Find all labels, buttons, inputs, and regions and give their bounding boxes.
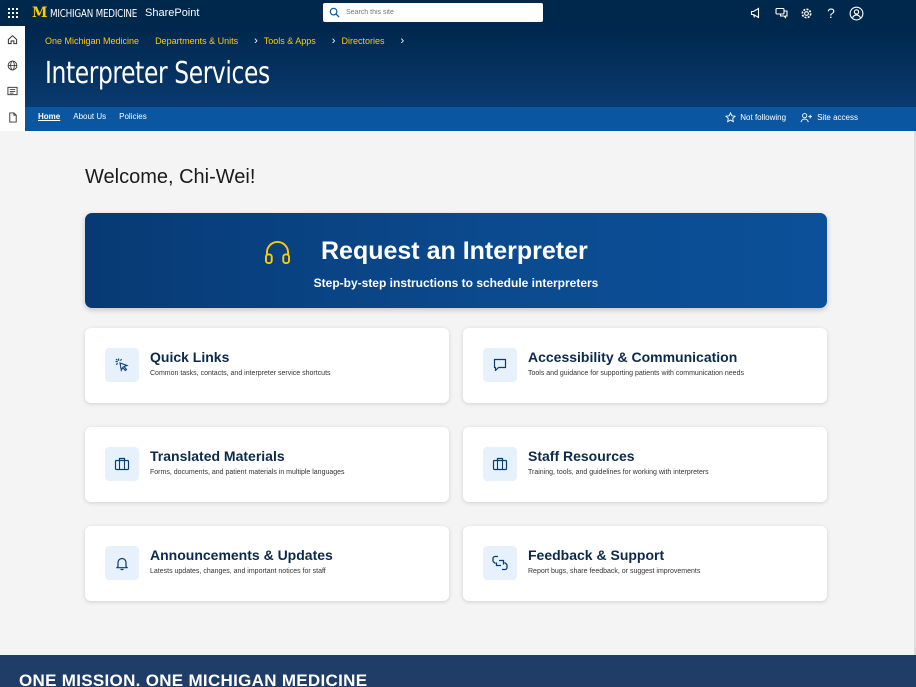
chat-bubble-icon: [483, 348, 517, 382]
account-icon[interactable]: [848, 5, 864, 21]
file-icon: [8, 111, 17, 123]
chevron-right-icon: ›: [254, 35, 258, 47]
card-title: Accessibility & Communication: [528, 349, 738, 365]
card-title: Staff Resources: [528, 448, 635, 464]
breadcrumb: One Michigan Medicine Departments & Unit…: [45, 35, 410, 47]
card-description: Latests updates, changes, and important …: [150, 568, 326, 575]
hero-subtitle: Step-by-step instructions to schedule in…: [313, 276, 599, 290]
card-feedback-support[interactable]: Feedback & Support Report bugs, share fe…: [463, 526, 827, 601]
briefcase-icon: [483, 447, 517, 481]
breadcrumb-item[interactable]: Departments & Units: [155, 36, 238, 46]
request-interpreter-banner[interactable]: Request an Interpreter Step-by-step inst…: [85, 213, 827, 308]
bell-icon: [105, 546, 139, 580]
card-description: Tools and guidance for supporting patien…: [528, 370, 744, 377]
card-announcements-updates[interactable]: Announcements & Updates Latests updates,…: [85, 526, 449, 601]
site-header: One Michigan Medicine Departments & Unit…: [25, 26, 916, 107]
card-description: Report bugs, share feedback, or suggest …: [528, 568, 701, 575]
follow-button[interactable]: Not following: [725, 112, 786, 123]
rail-home-button[interactable]: [0, 26, 25, 52]
gear-icon[interactable]: [798, 5, 814, 21]
search-icon: [329, 7, 340, 18]
breadcrumb-item[interactable]: Directories: [341, 36, 384, 46]
footer-tagline: ONE MISSION. ONE MICHIGAN MEDICINE: [19, 671, 368, 687]
search-input[interactable]: [346, 9, 526, 16]
help-icon[interactable]: ?: [823, 5, 839, 21]
breadcrumb-item[interactable]: Tools & Apps: [264, 36, 316, 46]
headphones-icon: [265, 241, 291, 265]
chevron-right-icon[interactable]: ›: [400, 35, 404, 47]
rail-sites-button[interactable]: [0, 52, 25, 78]
rail-files-button[interactable]: [0, 104, 25, 130]
card-title: Quick Links: [150, 349, 230, 365]
home-icon: [7, 34, 18, 44]
card-title: Translated Materials: [150, 448, 285, 464]
footer-banner: ONE MISSION. ONE MICHIGAN MEDICINE: [0, 655, 916, 687]
site-access-label: Site access: [817, 113, 858, 122]
site-access-button[interactable]: Site access: [800, 112, 858, 123]
nav-home[interactable]: Home: [38, 112, 60, 121]
nav-links: Home About Us Policies: [38, 112, 147, 121]
suite-actions: ?: [748, 5, 864, 21]
card-description: Forms, documents, and patient materials …: [150, 469, 345, 476]
feedback-icon: [483, 546, 517, 580]
add-person-icon: [800, 113, 813, 123]
app-launcher-button[interactable]: [0, 0, 26, 26]
welcome-heading: Welcome, Chi-Wei!: [85, 166, 256, 188]
follow-label: Not following: [740, 113, 787, 122]
site-nav: Home About Us Policies Not following Sit…: [25, 107, 916, 131]
chat-icon[interactable]: [773, 5, 789, 21]
megaphone-icon[interactable]: [748, 5, 764, 21]
waffle-icon: [8, 8, 18, 18]
card-title: Feedback & Support: [528, 547, 665, 563]
logo-text: MICHIGAN MEDICINE: [49, 6, 137, 20]
nav-actions: Not following Site access: [725, 112, 858, 123]
card-description: Common tasks, contacts, and interpreter …: [150, 370, 331, 377]
cursor-click-icon: [105, 348, 139, 382]
chevron-right-icon: ›: [331, 35, 336, 47]
breadcrumb-item[interactable]: One Michigan Medicine: [45, 36, 139, 46]
globe-icon: [7, 60, 18, 70]
hero-title: Request an Interpreter: [321, 237, 588, 265]
card-translated-materials[interactable]: Translated Materials Forms, documents, a…: [85, 427, 449, 502]
left-rail: [0, 26, 25, 131]
card-description: Training, tools, and guidelines for work…: [528, 469, 709, 476]
nav-policies[interactable]: Policies: [119, 112, 147, 121]
page-title: Interpreter Services: [45, 56, 270, 91]
card-accessibility-communication[interactable]: Accessibility & Communication Tools and …: [463, 328, 827, 403]
sharepoint-link[interactable]: SharePoint: [145, 7, 199, 19]
star-icon: [725, 112, 737, 123]
nav-about-us[interactable]: About Us: [73, 112, 106, 121]
card-staff-resources[interactable]: Staff Resources Training, tools, and gui…: [463, 427, 827, 502]
logo-mark: M: [32, 5, 47, 21]
card-title: Announcements & Updates: [150, 547, 333, 563]
search-box[interactable]: [323, 3, 543, 22]
briefcase-icon: [105, 447, 139, 481]
news-icon: [7, 86, 18, 96]
rail-news-button[interactable]: [0, 78, 25, 104]
michigan-medicine-logo[interactable]: M MICHIGAN MEDICINE: [32, 5, 158, 21]
card-quick-links[interactable]: Quick Links Common tasks, contacts, and …: [85, 328, 449, 403]
